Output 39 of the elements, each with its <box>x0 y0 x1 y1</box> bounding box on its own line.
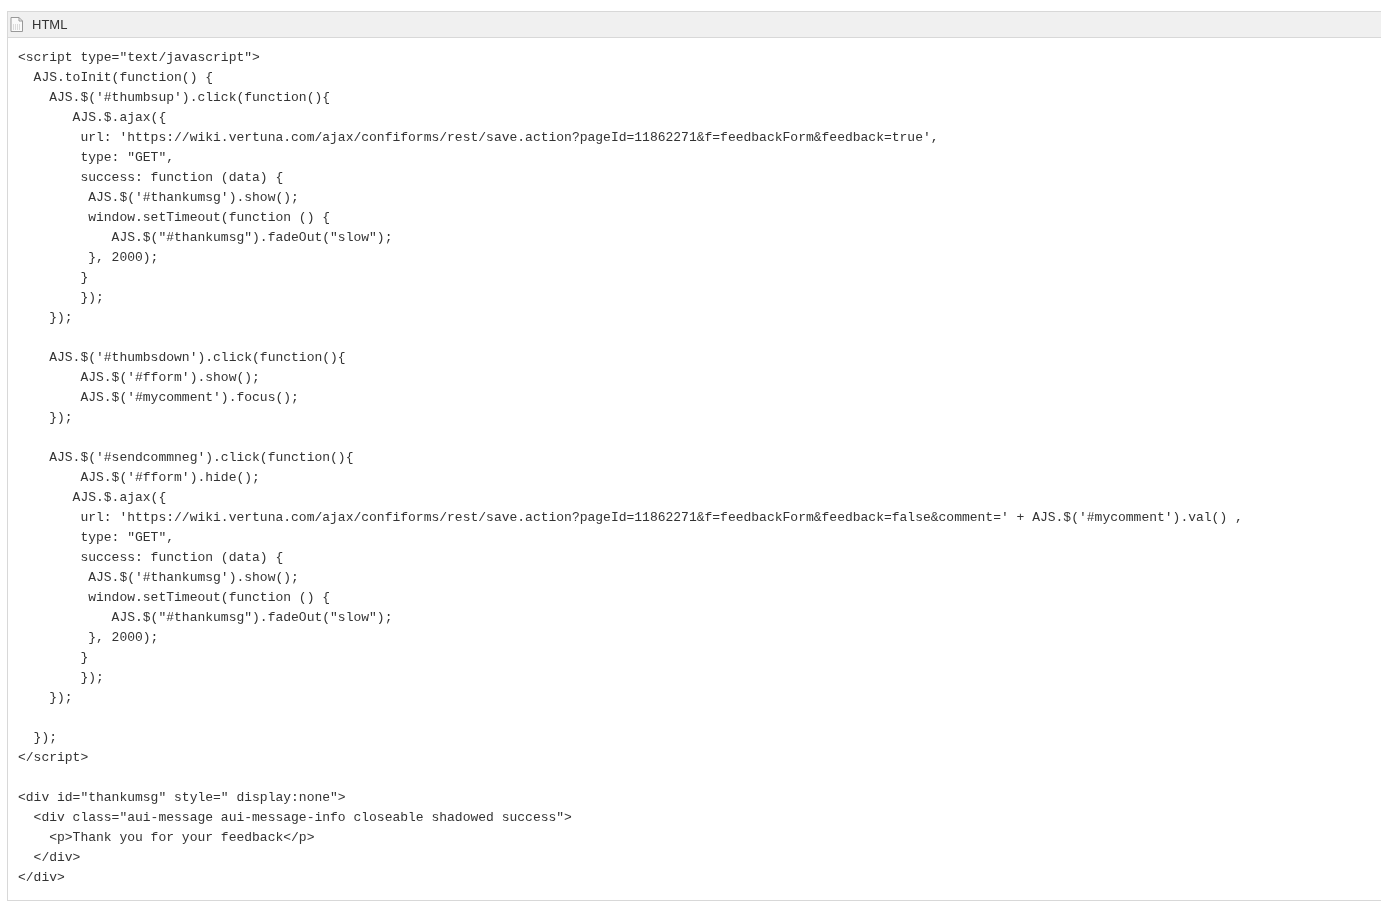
code-line: }); <box>48 309 73 327</box>
code-line: AJS.$('#thumbsdown').click(function(){ <box>48 349 346 367</box>
code-line: <div id="thankumsg" style=" display:none"> <box>18 789 346 807</box>
code-line: AJS.$('#sendcommneg').click(function(){ <box>48 449 354 467</box>
code-line: AJS.$('#thumbsup').click(function(){ <box>48 89 331 107</box>
code-line: url: 'https://wiki.vertuna.com/ajax/confiforms/rest/save.action?pageId=11862271&f=feedbackForm&feedback=false&comment=' + AJS.$('#mycomment').val() , <box>79 509 1243 527</box>
code-line: <p>Thank you for your feedback</p> <box>48 829 315 847</box>
code-line: </script> <box>18 749 89 767</box>
code-line: AJS.$('#mycomment').focus(); <box>79 389 299 407</box>
code-line: AJS.$("#thankumsg").fadeOut("slow"); <box>110 229 393 247</box>
code-line: AJS.$('#fform').hide(); <box>79 469 260 487</box>
code-line: url: 'https://wiki.vertuna.com/ajax/confiforms/rest/save.action?pageId=11862271&f=feedbackForm&feedback=true', <box>79 129 939 147</box>
code-line: } <box>79 269 89 287</box>
code-line: }); <box>48 689 73 707</box>
code-line: }); <box>79 669 104 687</box>
panel-title: HTML <box>32 15 68 34</box>
code-line: } <box>79 649 89 667</box>
code-line: AJS.$("#thankumsg").fadeOut("slow"); <box>110 609 393 627</box>
code-line: }, 2000); <box>87 249 159 267</box>
code-line: }); <box>32 729 57 747</box>
code-line: success: function (data) { <box>79 549 284 567</box>
code-line: AJS.$('#thankumsg').show(); <box>87 189 299 207</box>
code-line: AJS.$('#thankumsg').show(); <box>87 569 299 587</box>
code-line: AJS.$.ajax({ <box>71 489 167 507</box>
code-line: <script type="text/javascript"> <box>18 49 260 67</box>
code-line: window.setTimeout(function () { <box>87 209 331 227</box>
code-line: }); <box>48 409 73 427</box>
code-line: }); <box>79 289 104 307</box>
code-line: type: "GET", <box>79 529 175 547</box>
code-line: AJS.$.ajax({ <box>71 109 167 127</box>
code-line: </div> <box>18 869 65 887</box>
code-line: <div class="aui-message aui-message-info closeable shadowed success"> <box>32 809 572 827</box>
code-line: type: "GET", <box>79 149 175 167</box>
code-line: AJS.$('#fform').show(); <box>79 369 260 387</box>
code-line: AJS.toInit(function() { <box>32 69 214 87</box>
code-line: success: function (data) { <box>79 169 284 187</box>
code-line: </div> <box>32 849 81 867</box>
code-line: window.setTimeout(function () { <box>87 589 331 607</box>
code-line: }, 2000); <box>87 629 159 647</box>
